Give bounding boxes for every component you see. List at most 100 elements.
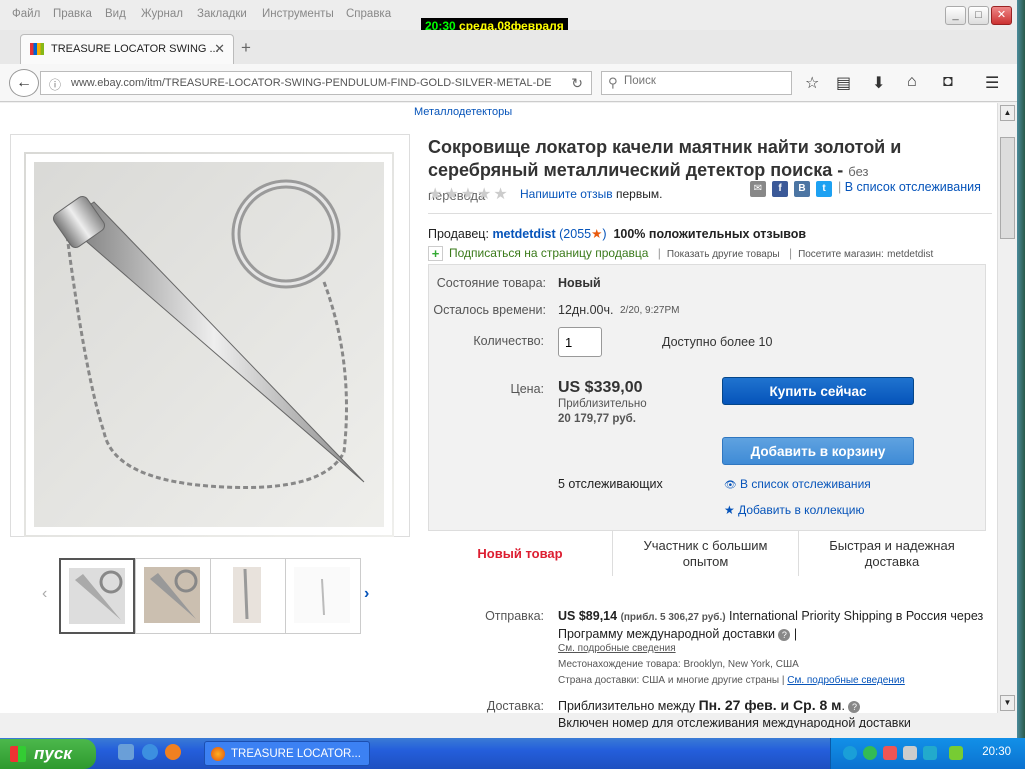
countries-details-link[interactable]: См. подробные сведения: [787, 675, 905, 686]
thumbnail-2[interactable]: [135, 558, 211, 634]
download-icon[interactable]: ⬇: [872, 73, 885, 93]
tab-active[interactable]: TREASURE LOCATOR SWING ... ✕: [20, 34, 234, 64]
quantity-input[interactable]: [558, 327, 602, 357]
menu-bookmarks[interactable]: Закладки: [197, 8, 247, 20]
scroll-thumb[interactable]: [1000, 137, 1015, 239]
seller-label: Продавец:: [428, 227, 489, 241]
pocket-icon[interactable]: ◘: [943, 73, 953, 91]
subscribe-link[interactable]: Подписаться на страницу продавца: [449, 246, 648, 260]
reading-list-icon[interactable]: ▤: [836, 73, 851, 93]
shipping-details-link[interactable]: См. подробные сведения: [558, 643, 676, 654]
hamburger-menu-icon[interactable]: ☰: [985, 73, 999, 93]
feature-experienced-seller: Участник с большим опытом: [613, 531, 799, 576]
firefox-icon: [211, 747, 225, 761]
menu-tools[interactable]: Инструменты: [262, 8, 334, 20]
close-tab-icon[interactable]: ✕: [214, 41, 225, 57]
tray-volume-icon[interactable]: [903, 746, 917, 760]
url-bar[interactable]: ⓘ www.ebay.com/itm/TREASURE-LOCATOR-SWIN…: [40, 71, 592, 95]
time-left-label: Осталось времени:: [433, 303, 546, 317]
collection-action[interactable]: ★ Добавить в коллекцию: [724, 503, 864, 517]
windows-flag-icon: [10, 746, 26, 762]
tray-ie-icon[interactable]: [843, 746, 857, 760]
reload-icon[interactable]: ↻: [571, 75, 583, 92]
review-suffix: первым.: [616, 187, 663, 201]
watchlist-action-label[interactable]: В список отслеживания: [740, 477, 871, 491]
product-photo[interactable]: [24, 152, 394, 537]
quicklaunch-ie-icon[interactable]: [142, 744, 158, 760]
menu-help[interactable]: Справка: [346, 8, 391, 20]
delivery-pre: Приблизительно между: [558, 699, 696, 713]
new-tab-icon[interactable]: +: [241, 38, 251, 58]
email-share-icon[interactable]: ✉: [750, 181, 766, 197]
time-left-value: 12дн.00ч.: [558, 303, 614, 317]
seller-name-link[interactable]: metdetdist: [492, 227, 555, 241]
shipping-label: Отправка:: [485, 609, 544, 623]
help-icon[interactable]: ?: [848, 701, 861, 713]
start-button[interactable]: пуск: [0, 739, 96, 769]
tray-display-icon[interactable]: [923, 746, 937, 760]
price-value: US $339,00: [558, 379, 643, 396]
maximize-button[interactable]: □: [968, 6, 989, 25]
watchlist-action[interactable]: 👁 В список отслеживания: [724, 477, 871, 491]
thumbnail-1[interactable]: [59, 558, 135, 634]
feature-strip: Новый товар Участник с большим опытом Бы…: [428, 530, 986, 576]
menu-edit[interactable]: Правка: [53, 8, 92, 20]
quicklaunch-firefox-icon[interactable]: [165, 744, 181, 760]
minimize-button[interactable]: _: [945, 6, 966, 25]
vertical-scrollbar[interactable]: ▲ ▼: [997, 103, 1017, 713]
bookmark-star-icon[interactable]: ☆: [805, 73, 819, 93]
other-items-link[interactable]: Показать другие товары: [667, 249, 780, 260]
scroll-up-icon[interactable]: ▲: [1000, 105, 1015, 121]
collection-label[interactable]: Добавить в коллекцию: [738, 503, 864, 517]
tab-title: TREASURE LOCATOR SWING ...: [51, 43, 219, 55]
write-review-link[interactable]: Напишите отзыв: [520, 187, 613, 201]
scroll-down-icon[interactable]: ▼: [1000, 695, 1015, 711]
buy-now-button[interactable]: Купить сейчас: [722, 377, 914, 405]
back-button[interactable]: ←: [9, 69, 39, 97]
menu-file[interactable]: Файл: [12, 8, 40, 20]
menu-history[interactable]: Журнал: [141, 8, 183, 20]
eye-icon: 👁: [724, 480, 737, 491]
search-box[interactable]: ⚲: [601, 71, 792, 95]
url-text: www.ebay.com/itm/TREASURE-LOCATOR-SWING-…: [71, 77, 551, 89]
info-icon[interactable]: ⓘ: [49, 76, 61, 93]
tray-clock: 20:30: [982, 746, 1011, 758]
taskbar-item-firefox[interactable]: TREASURE LOCATOR...: [204, 741, 370, 766]
countries-label: Страна доставки:: [558, 675, 640, 686]
thumbnail-image: [294, 567, 350, 623]
approx-value: 20 179,77 руб.: [558, 413, 636, 425]
tray-security-icon[interactable]: [883, 746, 897, 760]
plus-icon[interactable]: +: [428, 246, 443, 262]
tray-nvidia-icon[interactable]: [949, 746, 963, 760]
tray-network-icon[interactable]: [863, 746, 877, 760]
shipping-info: US $89,14 (прибл. 5 306,27 руб.) Interna…: [558, 609, 984, 641]
seller-links: + Подписаться на страницу продавца | Показ…: [428, 246, 933, 262]
location-label: Местонахождение товара:: [558, 659, 681, 670]
home-icon[interactable]: ⌂: [907, 73, 917, 91]
close-window-button[interactable]: ✕: [991, 6, 1012, 25]
thumbnail-3[interactable]: [210, 558, 286, 634]
divider: [428, 213, 992, 214]
review-prompt: Напишите отзыв первым.: [520, 187, 662, 201]
thumbnail-next-icon[interactable]: ›: [364, 585, 369, 603]
store-link[interactable]: metdetdist: [887, 249, 933, 260]
seller-info: Продавец: metdetdist (2055★) 100% положи…: [428, 227, 807, 241]
search-input[interactable]: [624, 75, 784, 87]
help-icon[interactable]: ?: [778, 629, 791, 641]
breadcrumb[interactable]: Металлодетекторы: [414, 106, 512, 118]
facebook-share-icon[interactable]: f: [772, 181, 788, 197]
watchers-count: 5 отслеживающих: [558, 477, 663, 491]
watchlist-link[interactable]: В список отслеживания: [845, 180, 981, 194]
approx-label: Приблизительно: [558, 398, 647, 410]
quicklaunch-desktop-icon[interactable]: [118, 744, 134, 760]
seller-score[interactable]: 2055: [563, 227, 591, 241]
vk-share-icon[interactable]: B: [794, 181, 810, 197]
twitter-share-icon[interactable]: t: [816, 181, 832, 197]
add-to-cart-button[interactable]: Добавить в корзину: [722, 437, 914, 465]
menu-view[interactable]: Вид: [105, 8, 126, 20]
product-title-text: Сокровище локатор качели маятник найти з…: [428, 137, 902, 180]
thumbnail-4[interactable]: [285, 558, 361, 634]
quantity-label: Количество:: [473, 334, 544, 348]
thumbnail-prev-icon[interactable]: ‹: [42, 585, 47, 603]
ship-countries: Страна доставки: США и многие другие стр…: [558, 675, 905, 686]
